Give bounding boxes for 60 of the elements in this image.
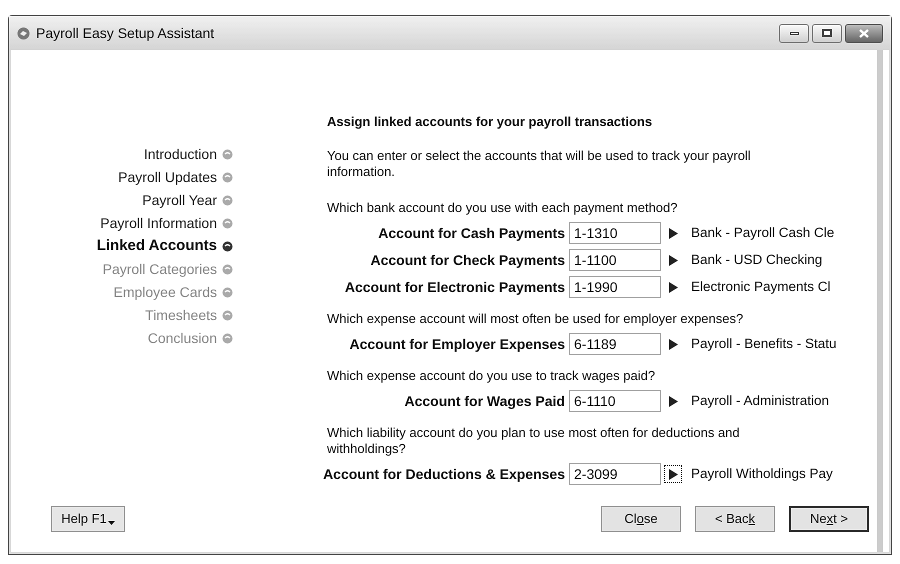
wizard-button[interactable]: Next > [789, 506, 869, 532]
account-label: Account for Employer Expenses [348, 334, 565, 354]
play-arrow-icon [668, 468, 678, 480]
play-arrow-icon [668, 228, 678, 238]
step-label: Linked Accounts [96, 236, 217, 256]
page-heading: Assign linked accounts for your payroll transactions [327, 113, 654, 131]
account-name: Bank - Payroll Cash Cle [691, 224, 834, 242]
play-arrow-icon [668, 282, 678, 292]
account-label: Account for Deductions & Expenses [322, 464, 565, 484]
question-text: Which liability account do you plan to use most often for deductions and withholdings? [327, 424, 741, 456]
window-title: Payroll Easy Setup Assistant [36, 24, 214, 43]
account-field[interactable]: 6-1189 [569, 333, 661, 355]
step-label: Introduction [144, 144, 217, 164]
caret-icon [108, 521, 115, 525]
play-arrow-icon [668, 338, 678, 350]
intro-text: You can enter or select the accounts that will be used to track your payroll information. [327, 148, 752, 180]
step-dot-icon [222, 148, 233, 160]
wizard-button[interactable]: < Back [695, 506, 775, 532]
wizard-button[interactable]: Close [601, 506, 681, 532]
account-name: Payroll - Benefits - Statu [691, 334, 837, 353]
step-dot-icon [222, 240, 233, 252]
account-label: Account for Wages Paid [403, 392, 565, 411]
app-icon [17, 26, 30, 40]
account-field[interactable]: 1-1100 [569, 249, 661, 271]
step-dot-icon [222, 286, 233, 298]
step-dot-icon [222, 264, 233, 275]
step-dot-icon [222, 172, 233, 183]
close-icon [858, 28, 870, 38]
step-dot-icon [222, 218, 233, 229]
account-select-button[interactable] [664, 465, 682, 483]
step-dot-icon [222, 310, 233, 321]
minimize-button[interactable] [779, 24, 809, 42]
account-label: Account for Check Payments [370, 250, 565, 270]
account-name: Bank - USD Checking [691, 250, 822, 269]
step-dot-icon [222, 332, 233, 344]
question-text: Which bank account do you use with each payment method? [327, 200, 678, 216]
account-name: Payroll - Administration [691, 392, 830, 410]
help-button[interactable]: Help F1 [51, 506, 125, 532]
account-name: Electronic Payments Cl [691, 278, 831, 296]
question-text: Which expense account do you use to track wages paid? [327, 368, 656, 384]
step-label: Timesheets [145, 306, 217, 325]
step-label: Payroll Updates [118, 168, 217, 187]
step-label: Payroll Year [142, 190, 217, 210]
step-label: Payroll Categories [102, 260, 217, 279]
step-dot-icon [222, 194, 233, 206]
step-label: Payroll Information [100, 214, 217, 233]
account-field[interactable]: 1-1990 [569, 276, 661, 298]
account-label: Account for Electronic Payments [344, 278, 565, 297]
step-label: Conclusion [148, 328, 217, 348]
account-label: Account for Cash Payments [377, 224, 565, 243]
maximize-button[interactable] [812, 24, 842, 42]
question-text: Which expense account will most often be used for employer expenses? [327, 310, 744, 326]
play-arrow-icon [668, 396, 678, 406]
play-arrow-icon [668, 254, 678, 266]
account-field[interactable]: 6-1110 [569, 390, 661, 412]
account-name: Payroll Witholdings Pay [691, 464, 833, 483]
step-label: Employee Cards [114, 282, 217, 302]
account-field[interactable]: 2-3099 [569, 463, 661, 485]
account-field[interactable]: 1-1310 [569, 222, 661, 244]
close-button[interactable] [845, 24, 883, 42]
